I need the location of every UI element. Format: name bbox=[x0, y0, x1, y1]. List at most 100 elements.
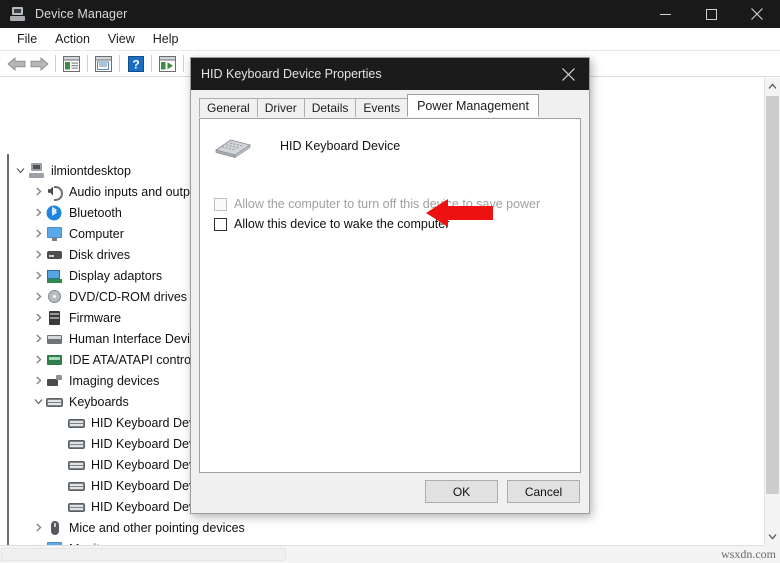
chevron-right-icon[interactable] bbox=[30, 265, 46, 286]
device-header: HID Keyboard Device bbox=[208, 133, 400, 159]
menu-help[interactable]: Help bbox=[144, 30, 188, 48]
window-controls bbox=[642, 0, 780, 28]
scroll-down-button[interactable] bbox=[765, 528, 780, 545]
bluetooth-icon bbox=[46, 205, 63, 221]
cancel-button[interactable]: Cancel bbox=[507, 480, 580, 503]
dialog-titlebar: HID Keyboard Device Properties bbox=[191, 58, 589, 90]
dialog-button-row: OK Cancel bbox=[425, 480, 580, 503]
computer-icon bbox=[28, 162, 45, 179]
menubar: File Action View Help bbox=[0, 28, 780, 51]
menu-action[interactable]: Action bbox=[46, 30, 99, 48]
tree-item-label: Keyboards bbox=[69, 394, 129, 409]
tree-item-label: DVD/CD-ROM drives bbox=[69, 289, 188, 304]
window-titlebar: Device Manager bbox=[0, 0, 780, 28]
keyboard-icon bbox=[68, 478, 85, 494]
annotation-arrow-icon bbox=[426, 197, 493, 229]
chevron-right-icon[interactable] bbox=[30, 307, 46, 328]
tree-item-label: Firmware bbox=[69, 310, 122, 325]
dialog-body: General Driver Details Events Power Mana… bbox=[191, 90, 589, 513]
chevron-down-icon[interactable] bbox=[30, 391, 46, 412]
device-manager-window: Device Manager File Action View Help ? i… bbox=[0, 0, 780, 563]
dialog-title: HID Keyboard Device Properties bbox=[201, 67, 382, 81]
display-adapter-icon bbox=[46, 268, 63, 284]
window-title: Device Manager bbox=[35, 7, 128, 21]
tree-item-mice[interactable]: Mice and other pointing devices bbox=[10, 517, 755, 538]
forward-icon[interactable] bbox=[28, 53, 51, 75]
tree-item-label: Human Interface Devices bbox=[69, 331, 210, 346]
device-name: HID Keyboard Device bbox=[280, 139, 401, 153]
speaker-icon bbox=[46, 184, 63, 201]
power-management-tab-page: HID Keyboard Device Allow the computer t… bbox=[199, 118, 581, 473]
chevron-right-icon[interactable] bbox=[30, 349, 46, 370]
maximize-button[interactable] bbox=[688, 0, 734, 28]
vertical-scrollbar-thumb[interactable] bbox=[766, 96, 779, 494]
allow-wake-label: Allow this device to wake the computer bbox=[234, 217, 450, 231]
close-button[interactable] bbox=[734, 0, 780, 28]
help-icon[interactable]: ? bbox=[124, 53, 147, 75]
update-driver-icon[interactable] bbox=[156, 53, 179, 75]
show-hide-console-tree-icon[interactable] bbox=[60, 53, 83, 75]
horizontal-scrollbar[interactable] bbox=[0, 545, 764, 563]
tree-item-label: Computer bbox=[69, 226, 124, 241]
chevron-right-icon[interactable] bbox=[30, 181, 46, 202]
tree-item-label: ilmiontdesktop bbox=[51, 163, 131, 178]
dvd-drive-icon bbox=[46, 289, 63, 305]
hid-icon bbox=[46, 331, 63, 347]
keyboard-icon bbox=[68, 436, 85, 452]
toolbar-separator bbox=[119, 55, 120, 72]
chevron-right-icon[interactable] bbox=[30, 517, 46, 538]
hid-keyboard-properties-dialog: HID Keyboard Device Properties General D… bbox=[190, 57, 590, 514]
chevron-right-icon[interactable] bbox=[30, 286, 46, 307]
allow-turn-off-checkbox[interactable] bbox=[214, 197, 227, 211]
tree-item-label: Disk drives bbox=[69, 247, 131, 262]
tree-item-label: Audio inputs and outputs bbox=[69, 184, 207, 199]
tab-power-management[interactable]: Power Management bbox=[407, 94, 539, 117]
disk-drive-icon bbox=[46, 247, 63, 263]
ide-controller-icon bbox=[46, 352, 63, 368]
tree-item-label: Imaging devices bbox=[69, 373, 160, 388]
tree-left-rule bbox=[7, 154, 9, 563]
imaging-device-icon bbox=[46, 373, 63, 389]
back-icon[interactable] bbox=[5, 53, 28, 75]
toolbar-separator bbox=[55, 55, 56, 72]
scroll-up-button[interactable] bbox=[765, 78, 780, 95]
menu-file[interactable]: File bbox=[8, 30, 46, 48]
chevron-right-icon[interactable] bbox=[30, 223, 46, 244]
device-manager-icon bbox=[10, 6, 26, 22]
svg-text:?: ? bbox=[132, 57, 139, 71]
tree-item-label: Bluetooth bbox=[69, 205, 122, 220]
chevron-right-icon[interactable] bbox=[30, 328, 46, 349]
tab-general[interactable]: General bbox=[199, 98, 258, 117]
ok-button[interactable]: OK bbox=[425, 480, 498, 503]
keyboard-icon bbox=[68, 457, 85, 473]
monitor-icon bbox=[46, 226, 63, 242]
keyboard-icon bbox=[68, 499, 85, 515]
tab-details[interactable]: Details bbox=[303, 98, 357, 117]
toolbar-separator bbox=[151, 55, 152, 72]
properties-icon[interactable] bbox=[92, 53, 115, 75]
watermark: wsxdn.com bbox=[721, 547, 776, 561]
tree-item-label: Mice and other pointing devices bbox=[69, 520, 245, 535]
keyboard-icon bbox=[46, 394, 63, 410]
tab-events[interactable]: Events bbox=[355, 98, 409, 117]
toolbar-separator bbox=[183, 55, 184, 72]
dialog-close-button[interactable] bbox=[547, 58, 589, 90]
allow-wake-checkbox[interactable] bbox=[214, 217, 227, 231]
dialog-tabstrip: General Driver Details Events Power Mana… bbox=[199, 94, 539, 117]
menu-view[interactable]: View bbox=[99, 30, 144, 48]
firmware-icon bbox=[46, 310, 63, 326]
allow-turn-off-label: Allow the computer to turn off this devi… bbox=[234, 197, 541, 211]
chevron-right-icon[interactable] bbox=[30, 244, 46, 265]
tree-item-label: Display adaptors bbox=[69, 268, 163, 283]
allow-wake-row[interactable]: Allow this device to wake the computer bbox=[214, 217, 449, 231]
chevron-down-icon[interactable] bbox=[12, 160, 28, 181]
toolbar-separator bbox=[87, 55, 88, 72]
chevron-right-icon[interactable] bbox=[30, 370, 46, 391]
vertical-scrollbar[interactable] bbox=[764, 78, 780, 545]
chevron-right-icon[interactable] bbox=[30, 202, 46, 223]
minimize-button[interactable] bbox=[642, 0, 688, 28]
tab-driver[interactable]: Driver bbox=[256, 98, 305, 117]
keyboard-icon bbox=[214, 133, 252, 159]
horizontal-scrollbar-thumb[interactable] bbox=[1, 548, 286, 561]
keyboard-icon bbox=[68, 415, 85, 431]
